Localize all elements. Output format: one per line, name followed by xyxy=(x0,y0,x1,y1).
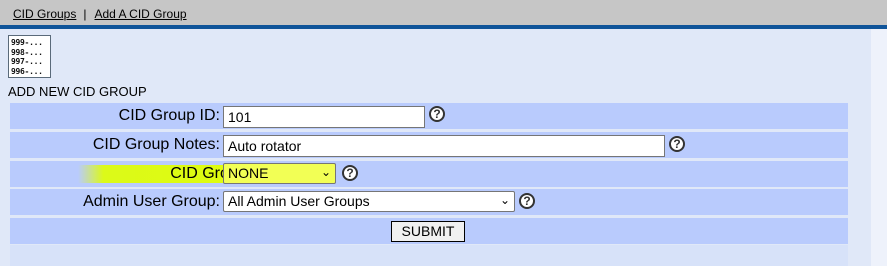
help-icon[interactable]: ? xyxy=(669,136,685,152)
admin-user-group-select[interactable]: All Admin User Groups ⌄ xyxy=(223,191,515,212)
help-icon[interactable]: ? xyxy=(519,193,535,209)
form-title: ADD NEW CID GROUP xyxy=(8,84,147,99)
admin-user-group-label: Admin User Group: xyxy=(83,193,220,210)
submit-row: SUBMIT xyxy=(10,218,848,244)
header-divider xyxy=(0,25,887,29)
cid-group-id-row: CID Group ID: 101 ? xyxy=(10,103,848,129)
chevron-down-icon: ⌄ xyxy=(499,193,510,207)
submit-button[interactable]: SUBMIT xyxy=(391,221,465,242)
help-icon[interactable]: ? xyxy=(429,106,445,122)
cid-group-notes-label: CID Group Notes: xyxy=(92,136,220,153)
page-margin xyxy=(871,29,887,266)
cid-group-id-input[interactable]: 101 xyxy=(223,106,425,128)
nav-separator: | xyxy=(83,7,87,21)
cid-group-id-label: CID Group ID: xyxy=(118,107,220,124)
cid-group-notes-input[interactable]: Auto rotator xyxy=(223,135,665,157)
cid-list-icon-line: 999-... xyxy=(11,38,43,47)
top-nav-bar: CID Groups | Add A CID Group xyxy=(0,0,887,25)
chevron-down-icon: ⌄ xyxy=(320,165,331,179)
cid-list-icon: 999-... 998-... 997-... 996-... xyxy=(8,35,51,78)
admin-user-group-value: All Admin User Groups xyxy=(228,193,370,209)
cid-groups-link[interactable]: CID Groups xyxy=(13,7,76,21)
nav-links: CID Groups | Add A CID Group xyxy=(13,7,187,21)
add-cid-group-link[interactable]: Add A CID Group xyxy=(94,7,186,21)
cid-group-notes-row: CID Group Notes: Auto rotator ? xyxy=(10,132,848,158)
cid-list-icon-line: 998-... xyxy=(11,47,43,57)
cid-group-type-row: CID Group Type: NONE ⌄ ? xyxy=(10,161,848,187)
help-icon[interactable]: ? xyxy=(342,165,358,181)
form-footer-row xyxy=(10,245,848,266)
admin-user-group-row: Admin User Group: All Admin User Groups … xyxy=(10,189,848,215)
cid-list-icon-line: 996-... xyxy=(11,66,43,76)
cid-group-type-select[interactable]: NONE ⌄ xyxy=(223,163,336,184)
cid-group-type-value: NONE xyxy=(228,165,269,181)
cid-list-icon-line: 997-... xyxy=(11,57,43,66)
